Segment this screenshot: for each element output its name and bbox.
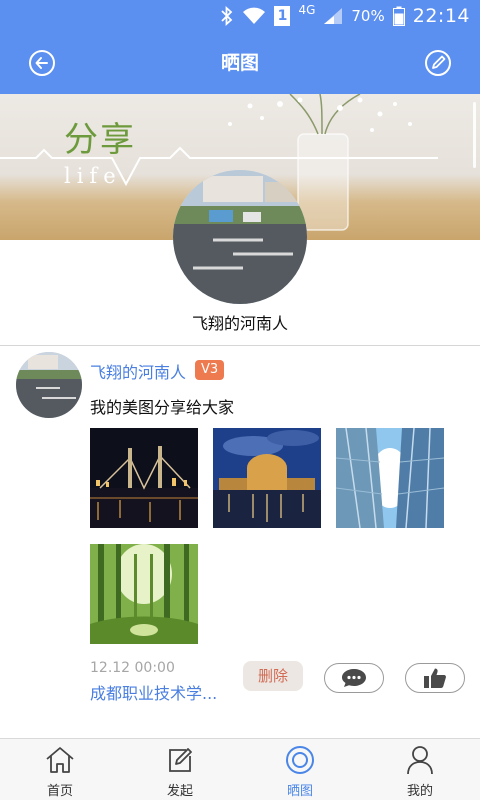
palace-night-photo xyxy=(213,428,321,528)
scrollbar[interactable] xyxy=(473,102,476,168)
battery-icon xyxy=(392,6,405,26)
comment-bubble-icon xyxy=(342,669,366,687)
status-bar: 1 4G 70% 22:14 xyxy=(0,0,480,32)
post-image-1[interactable] xyxy=(90,428,198,528)
sim-indicator-icon: 1 xyxy=(274,6,291,26)
nav-home-label: 首页 xyxy=(46,784,73,799)
nav-photo-share-label: 晒图 xyxy=(286,784,313,799)
nav-profile[interactable]: 我的 xyxy=(360,739,480,800)
thumbs-up-icon xyxy=(424,668,446,688)
skyscrapers-photo xyxy=(336,428,444,528)
post-author-avatar[interactable] xyxy=(16,352,82,418)
bottom-navigation: 首页 发起 晒图 我的 xyxy=(0,738,480,800)
sim-indicator: 1 xyxy=(274,6,291,26)
network-label: 4G xyxy=(298,3,316,17)
post-image-4[interactable] xyxy=(90,544,198,644)
battery-percent: 70% xyxy=(351,7,385,25)
post-author-name[interactable]: 飞翔的河南人 xyxy=(90,359,186,383)
delete-button[interactable]: 删除 xyxy=(243,661,303,691)
post-location[interactable]: 成都职业技术学... xyxy=(90,680,217,704)
signal-icon xyxy=(323,7,343,25)
night-bridge-photo xyxy=(90,428,198,528)
avatar-street-photo xyxy=(173,170,307,304)
nav-home[interactable]: 首页 xyxy=(0,739,120,800)
avatar-street-photo xyxy=(16,352,82,418)
clock: 22:14 xyxy=(412,5,470,27)
compose-icon xyxy=(164,744,196,776)
nav-compose[interactable]: 发起 xyxy=(120,739,240,800)
profile-name: 飞翔的河南人 xyxy=(191,314,288,333)
like-button[interactable] xyxy=(405,663,465,693)
bluetooth-icon xyxy=(220,6,234,26)
post-image-2[interactable] xyxy=(213,428,321,528)
user-icon xyxy=(404,744,436,776)
home-icon xyxy=(44,744,76,776)
comment-button[interactable] xyxy=(324,663,384,693)
level-badge: V3 xyxy=(195,360,225,380)
status-icons: 1 4G 70% 22:14 xyxy=(220,0,470,32)
post-timestamp: 12.12 00:00 xyxy=(90,660,175,676)
app-header: 晒图 xyxy=(0,32,480,94)
photo-share-icon xyxy=(284,744,316,776)
edit-circle-icon xyxy=(425,50,451,76)
nav-compose-label: 发起 xyxy=(166,784,193,799)
nav-profile-label: 我的 xyxy=(406,784,433,799)
section-divider xyxy=(0,345,480,346)
wifi-icon xyxy=(242,7,266,25)
compose-button[interactable] xyxy=(422,47,454,79)
post-text: 我的美图分享给大家 xyxy=(90,398,235,417)
post-image-3[interactable] xyxy=(336,428,444,528)
banner-title: 分享 xyxy=(64,120,136,160)
profile-avatar[interactable] xyxy=(173,170,307,304)
page-title: 晒图 xyxy=(220,52,259,74)
forest-photo xyxy=(90,544,198,644)
nav-photo-share[interactable]: 晒图 xyxy=(240,739,360,800)
banner-subtitle: life xyxy=(64,164,122,188)
